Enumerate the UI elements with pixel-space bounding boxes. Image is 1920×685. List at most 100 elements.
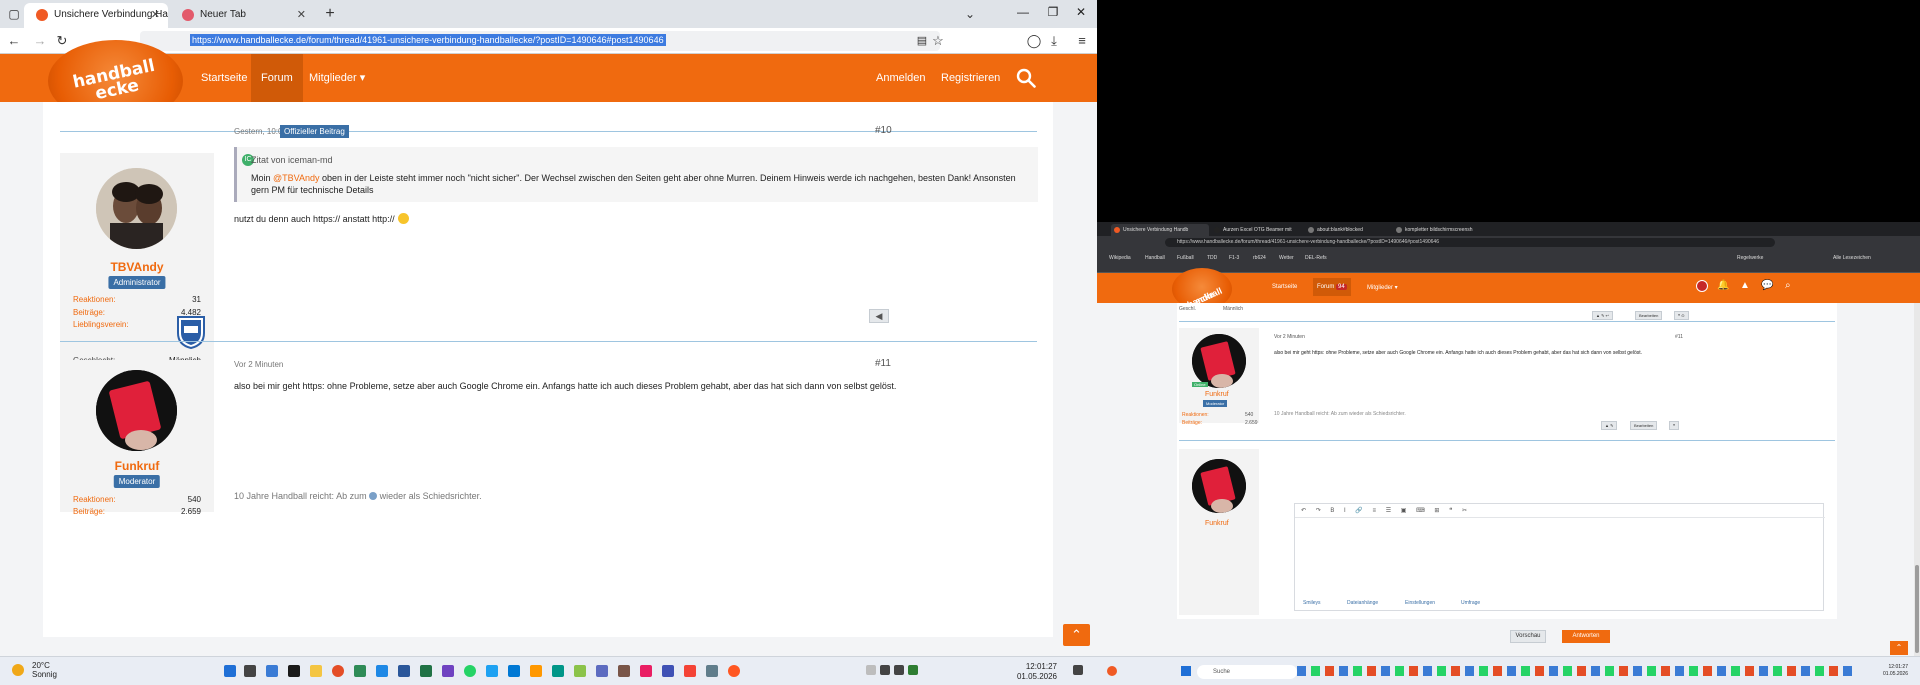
r-editor-tab[interactable]: Umfrage bbox=[1461, 600, 1480, 606]
r-user-avatar[interactable] bbox=[1696, 280, 1708, 292]
r-quote-button[interactable]: ❝ ⊙ bbox=[1674, 311, 1689, 320]
r-editor-tab[interactable]: Smileys bbox=[1303, 600, 1321, 606]
nav-startseite[interactable]: Startseite bbox=[191, 54, 257, 102]
r-author-name[interactable]: Funkruf bbox=[1205, 391, 1229, 398]
close-tab-icon[interactable]: ✕ bbox=[151, 8, 160, 21]
r-quote-button-2[interactable]: ❝ bbox=[1669, 421, 1680, 430]
scroll-to-top-button[interactable]: ⌃ bbox=[1063, 624, 1090, 646]
nav-forum[interactable]: Forum bbox=[251, 54, 303, 102]
bookmark[interactable]: rb624 bbox=[1253, 255, 1266, 261]
explorer-icon[interactable] bbox=[310, 665, 322, 677]
r-reply-author[interactable]: Funkruf bbox=[1205, 520, 1229, 527]
r-edit-button-2[interactable]: Bearbeiten bbox=[1630, 421, 1658, 430]
app-icon[interactable] bbox=[618, 665, 630, 677]
bookmark[interactable]: Fußball bbox=[1177, 255, 1194, 261]
post-number[interactable]: #11 bbox=[875, 358, 891, 369]
close-window-icon[interactable]: ✕ bbox=[1066, 5, 1096, 19]
r-tab[interactable]: Unsichere Verbindung Handb bbox=[1111, 224, 1209, 236]
r-taskbar-clock[interactable]: 12:01:27 01.05.2026 bbox=[1883, 664, 1908, 678]
r-chat-icon[interactable]: 💬 bbox=[1761, 280, 1773, 291]
mention-link[interactable]: @TBVAndy bbox=[273, 173, 320, 183]
whatsapp-icon[interactable] bbox=[464, 665, 476, 677]
avatar[interactable] bbox=[96, 168, 177, 249]
downloads-icon[interactable]: ⤓ bbox=[1046, 33, 1062, 49]
r-search-icon[interactable]: ⌕ bbox=[1785, 280, 1791, 291]
author-name[interactable]: Funkruf bbox=[60, 459, 214, 473]
r-editor-tab[interactable]: Einstellungen bbox=[1405, 600, 1435, 606]
search-icon[interactable] bbox=[1016, 68, 1036, 88]
weather-widget[interactable]: 20°C Sonnig bbox=[32, 661, 57, 679]
author-name[interactable]: TBVAndy bbox=[60, 260, 214, 274]
notification-icon[interactable] bbox=[1073, 665, 1083, 675]
bookmark[interactable]: Regelwerke bbox=[1737, 255, 1763, 261]
app-icon[interactable] bbox=[354, 665, 366, 677]
edge-icon[interactable] bbox=[508, 665, 520, 677]
login-link[interactable]: Anmelden bbox=[866, 54, 936, 102]
tab-list-icon[interactable]: ▢ bbox=[6, 6, 22, 22]
post-timestamp[interactable]: Gestern, 10:06 bbox=[234, 127, 287, 136]
bookmark[interactable]: Handball bbox=[1145, 255, 1165, 261]
r-scrollbar[interactable] bbox=[1914, 303, 1920, 656]
tab-active[interactable]: Unsichere Verbindung Handball ✕ bbox=[24, 3, 168, 28]
outlook-icon[interactable] bbox=[376, 665, 388, 677]
bookmark[interactable]: Wetter bbox=[1279, 255, 1294, 261]
back-to-top-arrow-icon[interactable]: ◀ bbox=[869, 309, 889, 323]
post-timestamp[interactable]: Vor 2 Minuten bbox=[234, 360, 283, 369]
register-link[interactable]: Registrieren bbox=[931, 54, 1010, 102]
avatar[interactable] bbox=[96, 370, 177, 451]
r-editor-toolbar[interactable]: ↶ ↷ B I 🔗 ≡ ☰ ▣ ⌨ ⊞ ❝ ✂ bbox=[1295, 504, 1825, 518]
battery-icon[interactable] bbox=[908, 665, 918, 675]
post-number[interactable]: #10 bbox=[875, 125, 892, 136]
app-icon[interactable] bbox=[530, 665, 542, 677]
app-icon[interactable] bbox=[640, 665, 652, 677]
firefox-icon[interactable] bbox=[728, 665, 740, 677]
reload-icon[interactable]: ↻ bbox=[54, 33, 70, 49]
app-icon[interactable] bbox=[486, 665, 498, 677]
widgets-icon[interactable] bbox=[288, 665, 300, 677]
bookmark[interactable]: TDD bbox=[1207, 255, 1217, 261]
forward-icon[interactable]: → bbox=[32, 33, 48, 49]
r-nav-startseite[interactable]: Startseite bbox=[1272, 284, 1297, 290]
r-scroll-to-top-button[interactable]: ⌃ bbox=[1890, 641, 1908, 655]
r-tab[interactable]: kompletter bildschirmscreensh bbox=[1393, 224, 1491, 236]
r-reply-avatar[interactable] bbox=[1192, 459, 1246, 513]
bookmark[interactable]: DEL-Refs bbox=[1305, 255, 1327, 261]
tab-new[interactable]: Neuer Tab ✕ bbox=[170, 3, 314, 28]
task-view-icon[interactable] bbox=[266, 665, 278, 677]
app-icon[interactable] bbox=[706, 665, 718, 677]
tray-chevron-icon[interactable] bbox=[866, 665, 876, 675]
url-text[interactable]: https://www.handballecke.de/forum/thread… bbox=[190, 34, 666, 46]
r-warn-button[interactable]: ▲ ✎ ↩ bbox=[1592, 311, 1613, 320]
bookmark[interactable]: F1-3 bbox=[1229, 255, 1239, 261]
nav-mitglieder[interactable]: Mitglieder ▾ bbox=[299, 54, 375, 102]
app-icon[interactable] bbox=[596, 665, 608, 677]
new-tab-icon[interactable]: + bbox=[322, 6, 338, 22]
tab-menu-chevron-icon[interactable]: ⌄ bbox=[962, 6, 978, 22]
menu-icon[interactable]: ≡ bbox=[1074, 33, 1090, 49]
r-taskbar-search[interactable]: Suche bbox=[1197, 665, 1297, 679]
minimize-icon[interactable]: — bbox=[1008, 5, 1038, 19]
excel-icon[interactable] bbox=[420, 665, 432, 677]
r-editor-tab[interactable]: Dateianhänge bbox=[1347, 600, 1378, 606]
app-icon[interactable] bbox=[442, 665, 454, 677]
chrome-icon[interactable] bbox=[332, 665, 344, 677]
wifi-icon[interactable] bbox=[880, 665, 890, 675]
r-tab[interactable]: about:blank#blocked bbox=[1305, 224, 1391, 236]
r-bell-icon[interactable]: 🔔 bbox=[1717, 280, 1729, 291]
taskbar-clock[interactable]: 12:01:27 01.05.2026 bbox=[1017, 662, 1057, 682]
app-icon[interactable] bbox=[574, 665, 586, 677]
r-reply-editor[interactable]: ↶ ↷ B I 🔗 ≡ ☰ ▣ ⌨ ⊞ ❝ ✂ Smileys Dateianh… bbox=[1294, 503, 1825, 611]
maximize-icon[interactable]: ❐ bbox=[1038, 5, 1068, 19]
r-warn-button-2[interactable]: ▲ ✎ bbox=[1601, 421, 1618, 430]
r-app-icon[interactable] bbox=[1107, 666, 1117, 676]
r-alert-icon[interactable]: ▲ bbox=[1740, 280, 1750, 291]
r-taskbar-apps[interactable] bbox=[1297, 666, 1857, 676]
app-icon[interactable] bbox=[684, 665, 696, 677]
bookmark[interactable]: Alle Lesezeichen bbox=[1833, 255, 1871, 261]
r-post-number[interactable]: #11 bbox=[1675, 334, 1683, 340]
r-start-icon[interactable] bbox=[1181, 666, 1191, 676]
search-icon[interactable] bbox=[244, 665, 256, 677]
account-icon[interactable]: ◯ bbox=[1026, 33, 1042, 49]
close-tab-icon[interactable]: ✕ bbox=[297, 8, 306, 21]
r-post-time[interactable]: Vor 2 Minuten bbox=[1274, 334, 1305, 340]
